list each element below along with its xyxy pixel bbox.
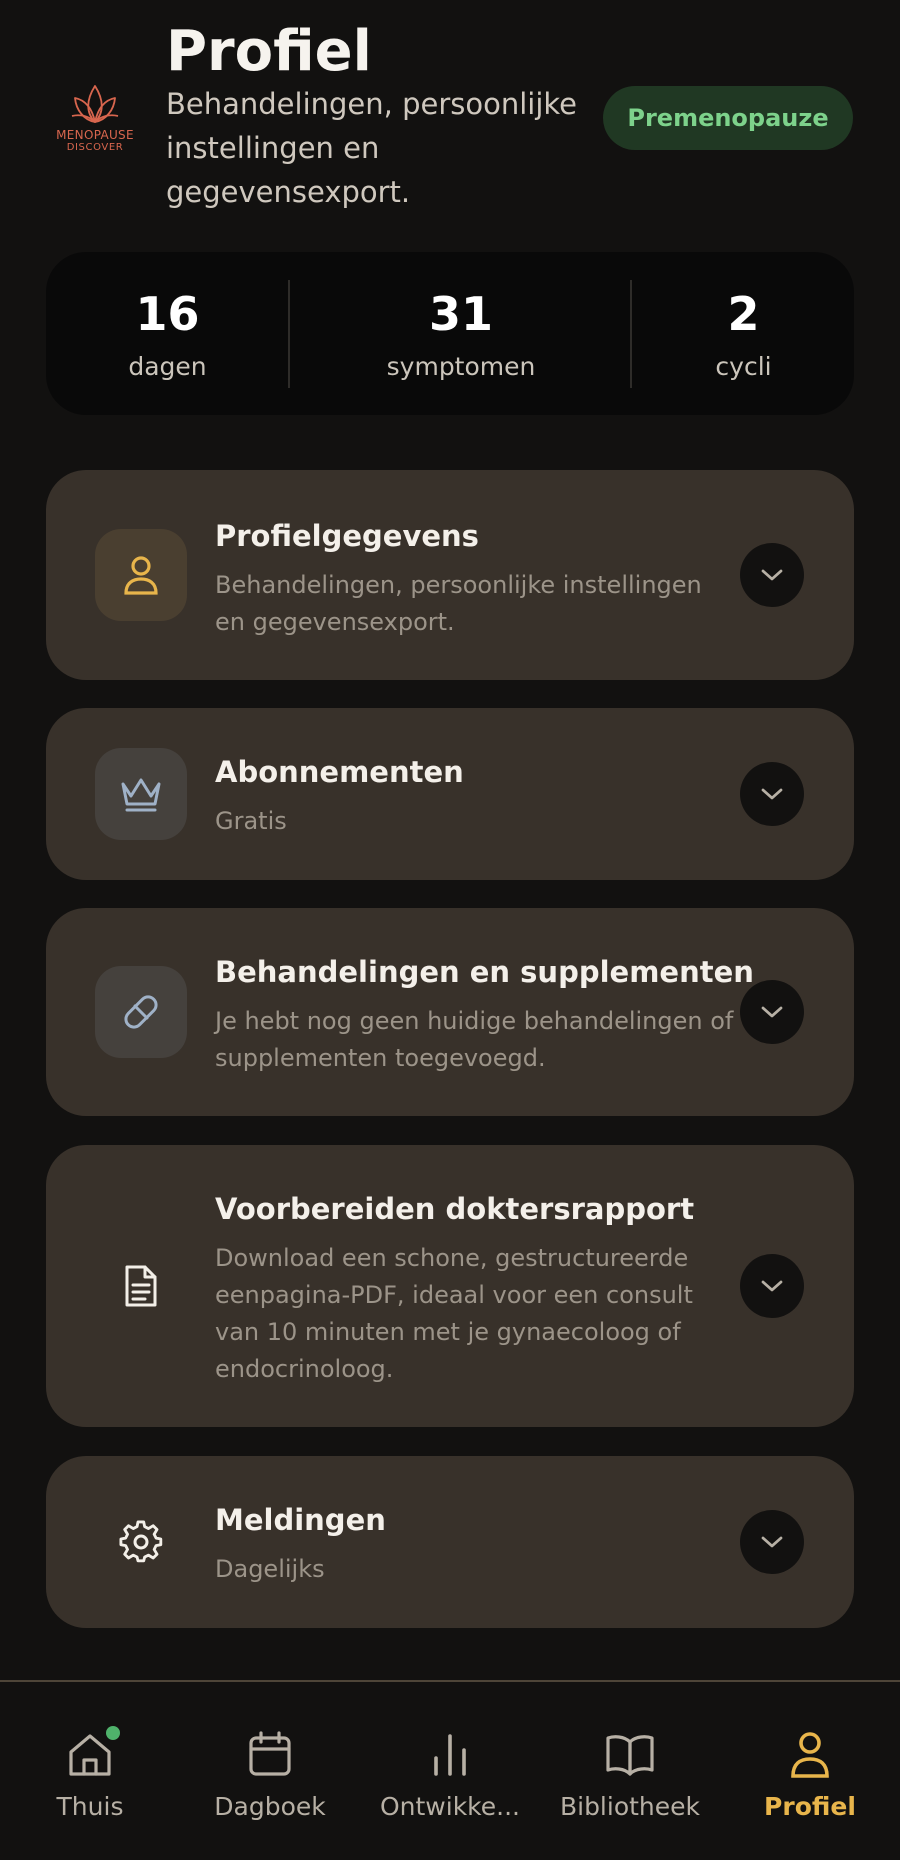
stat-days: 16 dagen bbox=[46, 252, 289, 415]
document-icon bbox=[125, 1265, 157, 1307]
nav-label: Thuis bbox=[56, 1792, 124, 1821]
chevron-down-icon bbox=[761, 1536, 783, 1548]
nav-icon bbox=[720, 1726, 900, 1782]
stat-divider bbox=[630, 280, 632, 388]
card-description: Behandelingen, persoonlijke instellingen… bbox=[215, 571, 702, 636]
notification-dot bbox=[106, 1726, 120, 1740]
book-icon bbox=[606, 1735, 654, 1776]
nav-item-diary[interactable]: Dagboek bbox=[180, 1682, 360, 1860]
nav-item-progress[interactable]: Ontwikke... bbox=[360, 1682, 540, 1860]
nav-label: Ontwikke... bbox=[379, 1792, 520, 1821]
chevron-down-icon bbox=[761, 569, 783, 581]
card-description: Download een schone, gestructureerde een… bbox=[215, 1244, 693, 1383]
card-description: Dagelijks bbox=[215, 1555, 325, 1583]
user-icon bbox=[791, 1732, 829, 1778]
logo-subtext: DISCOVER bbox=[66, 142, 124, 153]
expand-button[interactable] bbox=[740, 1510, 804, 1574]
card-doctor-report[interactable]: Voorbereiden doktersrapport Download een… bbox=[46, 1145, 854, 1427]
bar-chart-icon bbox=[434, 1734, 466, 1776]
card-title: Meldingen bbox=[215, 1503, 386, 1537]
lotus-icon bbox=[71, 85, 119, 123]
stat-value: 31 bbox=[428, 287, 493, 341]
nav-icon bbox=[360, 1726, 540, 1782]
crown-icon bbox=[121, 778, 161, 812]
card-profile-details[interactable]: Profielgegevens Behandelingen, persoonli… bbox=[46, 470, 854, 680]
card-icon-bg bbox=[95, 966, 187, 1058]
stat-label: cycli bbox=[715, 352, 772, 381]
bottom-nav: Thuis Dagboek Ontwikke... Bibliotheek Pr… bbox=[0, 1680, 900, 1860]
nav-item-profile[interactable]: Profiel bbox=[720, 1682, 900, 1860]
expand-button[interactable] bbox=[740, 762, 804, 826]
card-title: Behandelingen en supplementen bbox=[215, 955, 754, 989]
page-subtitle: Behandelingen, persoonlijke instellingen… bbox=[166, 87, 577, 209]
stat-label: dagen bbox=[128, 352, 207, 381]
gear-icon bbox=[119, 1520, 163, 1563]
nav-icon bbox=[540, 1726, 720, 1782]
app-logo: MENOPAUSE DISCOVER bbox=[52, 80, 138, 160]
card-icon-bg bbox=[95, 529, 187, 621]
stats-panel: 16 dagen 31 symptomen 2 cycli bbox=[46, 252, 854, 415]
nav-icon bbox=[180, 1726, 360, 1782]
user-icon bbox=[124, 556, 158, 595]
logo-text: MENOPAUSE bbox=[56, 128, 134, 142]
header: MENOPAUSE DISCOVER Profiel Behandelingen… bbox=[0, 0, 900, 240]
nav-label: Bibliotheek bbox=[559, 1792, 701, 1821]
expand-button[interactable] bbox=[740, 980, 804, 1044]
stat-symptoms: 31 symptomen bbox=[289, 252, 633, 415]
nav-label: Dagboek bbox=[214, 1792, 326, 1821]
calendar-icon bbox=[249, 1731, 291, 1776]
chevron-down-icon bbox=[761, 788, 783, 800]
stat-label: symptomen bbox=[386, 352, 536, 381]
chevron-down-icon bbox=[761, 1006, 783, 1018]
pill-icon bbox=[124, 995, 158, 1029]
card-title: Voorbereiden doktersrapport bbox=[215, 1192, 695, 1226]
page-title: Profiel bbox=[166, 19, 372, 84]
chevron-down-icon bbox=[761, 1280, 783, 1292]
stat-value: 16 bbox=[135, 287, 200, 341]
card-notifications[interactable]: Meldingen Dagelijks bbox=[46, 1456, 854, 1628]
card-subscriptions[interactable]: Abonnementen Gratis bbox=[46, 708, 854, 880]
nav-label: Profiel bbox=[764, 1792, 856, 1821]
nav-icon bbox=[0, 1726, 180, 1782]
card-treatments[interactable]: Behandelingen en supplementen Je hebt no… bbox=[46, 908, 854, 1116]
profile-page: MENOPAUSE DISCOVER Profiel Behandelingen… bbox=[0, 0, 900, 1860]
card-title: Abonnementen bbox=[215, 755, 464, 789]
expand-button[interactable] bbox=[740, 1254, 804, 1318]
card-icon-bg bbox=[95, 1240, 187, 1332]
stat-value: 2 bbox=[727, 287, 760, 341]
card-icon-bg bbox=[95, 748, 187, 840]
stage-badge[interactable]: Premenopauze bbox=[603, 86, 853, 150]
nav-item-home[interactable]: Thuis bbox=[0, 1682, 180, 1860]
card-description: Gratis bbox=[215, 807, 287, 835]
expand-button[interactable] bbox=[740, 543, 804, 607]
nav-item-library[interactable]: Bibliotheek bbox=[540, 1682, 720, 1860]
card-title: Profielgegevens bbox=[215, 519, 479, 553]
stat-cycles: 2 cycli bbox=[633, 252, 854, 415]
card-description: Je hebt nog geen huidige behandelingen o… bbox=[215, 1007, 734, 1072]
card-icon-bg bbox=[95, 1496, 187, 1588]
